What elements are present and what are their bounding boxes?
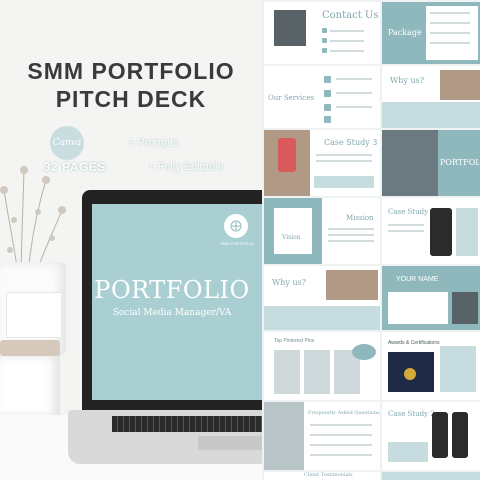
slide-title: Our Services (268, 94, 314, 102)
slide-grid: Contact Us Package Our Services Why us? (262, 0, 480, 480)
woman-laptop-photo (382, 130, 438, 196)
trackpad (198, 436, 262, 450)
slide-title: Case Study 1 (388, 208, 435, 216)
text-line (330, 30, 364, 32)
email-icon (322, 38, 327, 43)
profile-photo (452, 292, 478, 324)
brand-logo-text: SMM PORTFOLIO (220, 241, 254, 246)
brand-logo-icon (224, 214, 248, 238)
slide-top-posts: Top Pinterest Pins (264, 332, 380, 400)
hero-title-line1: SMM PORTFOLIO (27, 58, 235, 84)
ceramic-jar (0, 356, 60, 416)
team-photo (440, 70, 480, 100)
slide-title: Why us? (272, 278, 306, 287)
slide-case-study-1: Case Study 1 (382, 198, 480, 264)
phone-icon (322, 28, 327, 33)
hero-panel: SMM PORTFOLIO PITCH DECK Canva 32 PAGES … (0, 0, 262, 480)
phone-mockup (432, 412, 448, 458)
feature-editable: + Fully Editable (148, 161, 224, 173)
text-line (330, 40, 364, 42)
slide-title: Awards & Certifications (388, 340, 440, 346)
slide-title: Case Study 3 (324, 138, 378, 147)
phone-mockup (452, 412, 468, 458)
slide-title: PORTFOLIO (440, 158, 480, 167)
slide-portfolio: PORTFOLIO (382, 130, 480, 196)
slide-title: Contact Us (322, 10, 379, 21)
slide-title: Mission (346, 214, 374, 222)
office-photo (264, 402, 304, 470)
slide-title: Why us? (390, 76, 424, 85)
slide-vision-mission: Vision Mission (264, 198, 380, 264)
feature-prompts: + Prompts (128, 137, 179, 149)
web-icon (322, 48, 327, 53)
slide-why-us-2: Why us? (264, 266, 380, 330)
medal-icon (404, 368, 416, 380)
slide-testimonials: Client Testimonials (264, 472, 380, 480)
slide-case-study-3: Case Study 3 (264, 130, 380, 196)
screen-title: PORTFOLIO (94, 276, 250, 304)
slide-why-us: Why us? (382, 66, 480, 128)
slide-faq: Frequently Asked Questions (264, 402, 380, 470)
slide-case-study-2: Case Study 2 (382, 402, 480, 470)
vision-label: Vision (282, 234, 301, 241)
hero-title-line2: PITCH DECK (55, 86, 207, 112)
slide-title: Package (388, 28, 422, 37)
text-line (330, 50, 364, 52)
slide-title: Client Testimonials (304, 472, 353, 478)
phone-mockup (430, 208, 452, 256)
slide-package: Package (382, 2, 480, 64)
decor-box (6, 292, 62, 338)
slide-contact: Contact Us (264, 2, 380, 64)
slide-title: Case Study 2 (388, 410, 435, 418)
slide-title: YOUR NAME (396, 276, 439, 283)
keyboard (112, 416, 262, 432)
team-photo (326, 270, 378, 300)
screen-subtitle: Social Media Manager/VA (112, 308, 232, 318)
slide-partial (382, 472, 480, 480)
contact-photo (274, 10, 306, 46)
phone-screen (278, 138, 296, 172)
slide-title: Top Pinterest Pins (274, 338, 315, 344)
slide-your-name: YOUR NAME (382, 266, 480, 330)
slide-services: Our Services (264, 66, 380, 128)
slide-awards: Awards & Certifications (382, 332, 480, 400)
wood-lid (0, 340, 60, 356)
slide-title: Frequently Asked Questions (308, 410, 380, 416)
